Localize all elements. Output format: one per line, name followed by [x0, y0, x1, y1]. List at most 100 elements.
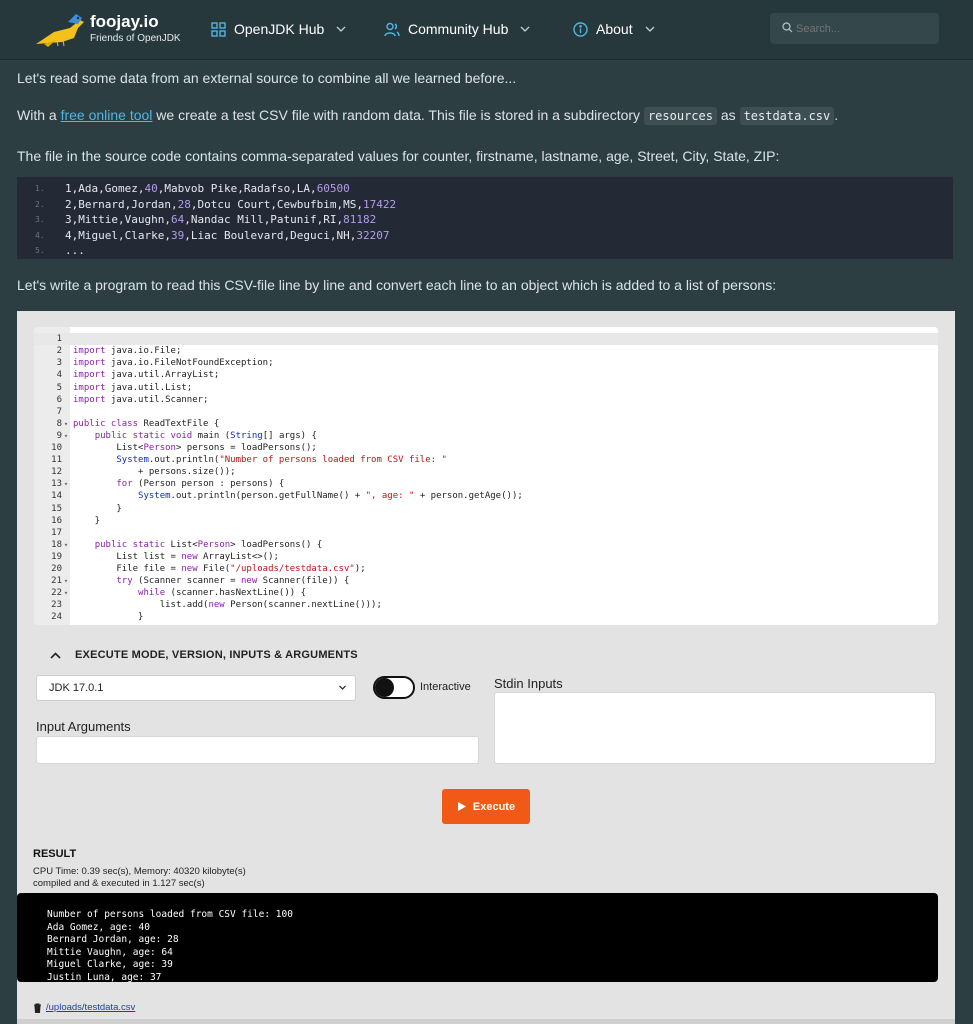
stdin-textarea[interactable]: [494, 692, 936, 764]
fold-arrow-icon[interactable]: ▾: [62, 420, 70, 428]
code-line[interactable]: 8 ▾ public class ReadTextFile {: [34, 418, 938, 430]
nav-label: Community Hub: [408, 21, 509, 37]
csv-field: ,Dotcu Court,Cewbufbim,MS,: [190, 197, 364, 211]
code-text: }: [73, 515, 101, 526]
foojay-bird-logo-icon[interactable]: [34, 10, 86, 48]
line-number: 24: [51, 612, 62, 623]
csv-field: 3,Mittie,Vaughn,: [65, 213, 171, 227]
code-line[interactable]: 11 System.out.println("Number of persons…: [34, 454, 938, 466]
uploaded-file-link[interactable]: /uploads/testdata.csv: [33, 1002, 135, 1013]
text: as: [716, 107, 740, 123]
output-line: Justin Luna, age: 37: [47, 971, 162, 982]
selected-jdk-version: JDK 17.0.1: [49, 682, 104, 694]
execute-label: Execute: [472, 800, 516, 813]
code-text: while (scanner.hasNextLine()) {: [138, 588, 307, 599]
line-number: 6: [56, 394, 62, 405]
line-number: 2: [56, 346, 62, 357]
code-line[interactable]: 7: [34, 406, 938, 418]
csv-field: ,Liac Boulevard,Deguci,NH,: [184, 228, 357, 242]
csv-field: 40: [144, 182, 158, 196]
code-line[interactable]: 24 }: [34, 611, 938, 623]
code-line[interactable]: 14 System.out.println(person.getFullName…: [34, 490, 938, 502]
code-line[interactable]: 15 }: [34, 502, 938, 514]
code-editor[interactable]: 1 2 import java.io.File; 3 import java.io.Fi…: [34, 327, 938, 625]
inline-code-resources: resources: [643, 107, 717, 125]
output-line: Miguel Clarke, age: 39: [47, 959, 173, 971]
search-input[interactable]: [770, 13, 939, 44]
free-online-tool-link[interactable]: free online tool: [61, 107, 153, 123]
code-text: import java.util.ArrayList;: [73, 370, 220, 381]
code-text: File file = new File("/uploads/testdata.…: [73, 564, 366, 575]
text: With a: [17, 107, 61, 123]
csv-line: 5....: [17, 243, 953, 259]
code-line[interactable]: 16 }: [34, 515, 938, 527]
play-icon: [457, 802, 466, 811]
code-line[interactable]: 19 List list = new ArrayList<>();: [34, 551, 938, 563]
code-line[interactable]: 20 File file = new File("/uploads/testda…: [34, 563, 938, 575]
execute-button[interactable]: Execute: [442, 789, 530, 824]
fold-arrow-icon[interactable]: ▾: [62, 577, 70, 585]
interactive-toggle[interactable]: [373, 676, 415, 699]
output-line: Number of persons loaded from CSV file: …: [47, 909, 293, 920]
file-link-text[interactable]: /uploads/testdata.csv: [46, 1002, 135, 1013]
chevron-up-icon: [50, 651, 61, 659]
execute-options-toggle[interactable]: EXECUTE MODE, VERSION, INPUTS & ARGUMENT…: [50, 649, 358, 661]
nav-community-hub[interactable]: Community Hub: [384, 18, 530, 40]
code-line[interactable]: 12 + persons.size());: [34, 466, 938, 478]
line-number: 19: [51, 551, 62, 562]
nav-about[interactable]: About: [573, 18, 655, 40]
csv-line-text: ...: [65, 244, 85, 257]
fold-arrow-icon[interactable]: ▾: [62, 480, 70, 488]
csv-line-text: 3,Mittie,Vaughn,64,Nandac Mill,Patunif,R…: [65, 213, 376, 226]
trash-icon[interactable]: [33, 1003, 42, 1013]
code-line[interactable]: 5 import java.util.List;: [34, 381, 938, 393]
code-line[interactable]: 2 import java.io.File;: [34, 345, 938, 357]
csv-line-text: 4,Miguel,Clarke,39,Liac Boulevard,Deguci…: [65, 229, 390, 242]
csv-line: 2. 2,Bernard,Jordan,28,Dotcu Court,Cewbuf…: [17, 197, 953, 213]
jdk-version-select[interactable]: JDK 17.0.1: [36, 675, 356, 701]
line-number: 14: [51, 491, 62, 502]
chevron-down-icon: [520, 26, 530, 32]
nav-openjdk-hub[interactable]: OpenJDK Hub: [211, 18, 346, 40]
code-line[interactable]: 4 import java.util.ArrayList;: [34, 369, 938, 381]
line-number: 23: [51, 600, 62, 611]
code-line[interactable]: 9 ▾ public static void main (String[] arg…: [34, 430, 938, 442]
code-text: import java.util.Scanner;: [73, 394, 209, 405]
code-line[interactable]: 23 list.add(new Person(scanner.nextLine(…: [34, 599, 938, 611]
line-number: 3.: [35, 215, 45, 225]
csv-field: 81182: [343, 213, 377, 227]
line-number: 16: [51, 515, 62, 526]
code-line[interactable]: 6 import java.util.Scanner;: [34, 394, 938, 406]
code-line[interactable]: 3 import java.io.FileNotFoundException;: [34, 357, 938, 369]
csv-code-block: 1. 1,Ada,Gomez,40,Mabvob Pike,Radafso,LA,…: [17, 177, 953, 259]
top-navbar: foojay.io Friends of OpenJDK OpenJDK Hub…: [0, 0, 973, 60]
input-arguments-field[interactable]: [36, 736, 479, 764]
fold-arrow-icon[interactable]: ▾: [62, 589, 70, 597]
code-text: }: [73, 612, 144, 623]
brand-name[interactable]: foojay.io: [90, 12, 159, 32]
csv-field: 1,Ada,Gomez,: [65, 182, 145, 196]
code-line[interactable]: 17: [34, 527, 938, 539]
code-line[interactable]: 18 ▾ public static List<Person> loadPerso…: [34, 539, 938, 551]
code-line[interactable]: 21 ▾ try (Scanner scanner = new Scanner(f…: [34, 575, 938, 587]
csv-line: 4. 4,Miguel,Clarke,39,Liac Boulevard,Degu…: [17, 228, 953, 244]
result-compile-time: compiled and & executed in 1.127 sec(s): [33, 878, 205, 889]
fold-arrow-icon[interactable]: ▾: [62, 541, 70, 549]
line-number: 21: [51, 576, 62, 587]
grid-icon: [211, 21, 226, 37]
code-text: list.add(new Person(scanner.nextLine()))…: [73, 600, 382, 611]
text: .: [834, 107, 839, 123]
code-text: try (Scanner scanner = new Scanner(file)…: [116, 576, 350, 587]
nav-label: OpenJDK Hub: [234, 21, 325, 37]
code-line[interactable]: 10 List<Person> persons = loadPersons();: [34, 442, 938, 454]
fold-arrow-icon[interactable]: ▾: [62, 432, 70, 440]
code-line[interactable]: 13 ▾ for (Person person : persons) {: [34, 478, 938, 490]
code-line[interactable]: 1: [34, 333, 938, 346]
line-number: 17: [51, 527, 62, 538]
info-icon: [573, 21, 588, 37]
csv-line: 1. 1,Ada,Gomez,40,Mabvob Pike,Radafso,LA,…: [17, 181, 953, 197]
program-intro-paragraph: Let's write a program to read this CSV-f…: [17, 277, 777, 293]
code-line[interactable]: 22 ▾ while (scanner.hasNextLine()) {: [34, 587, 938, 599]
search-icon: [782, 22, 793, 33]
csv-field: 28: [177, 197, 191, 211]
